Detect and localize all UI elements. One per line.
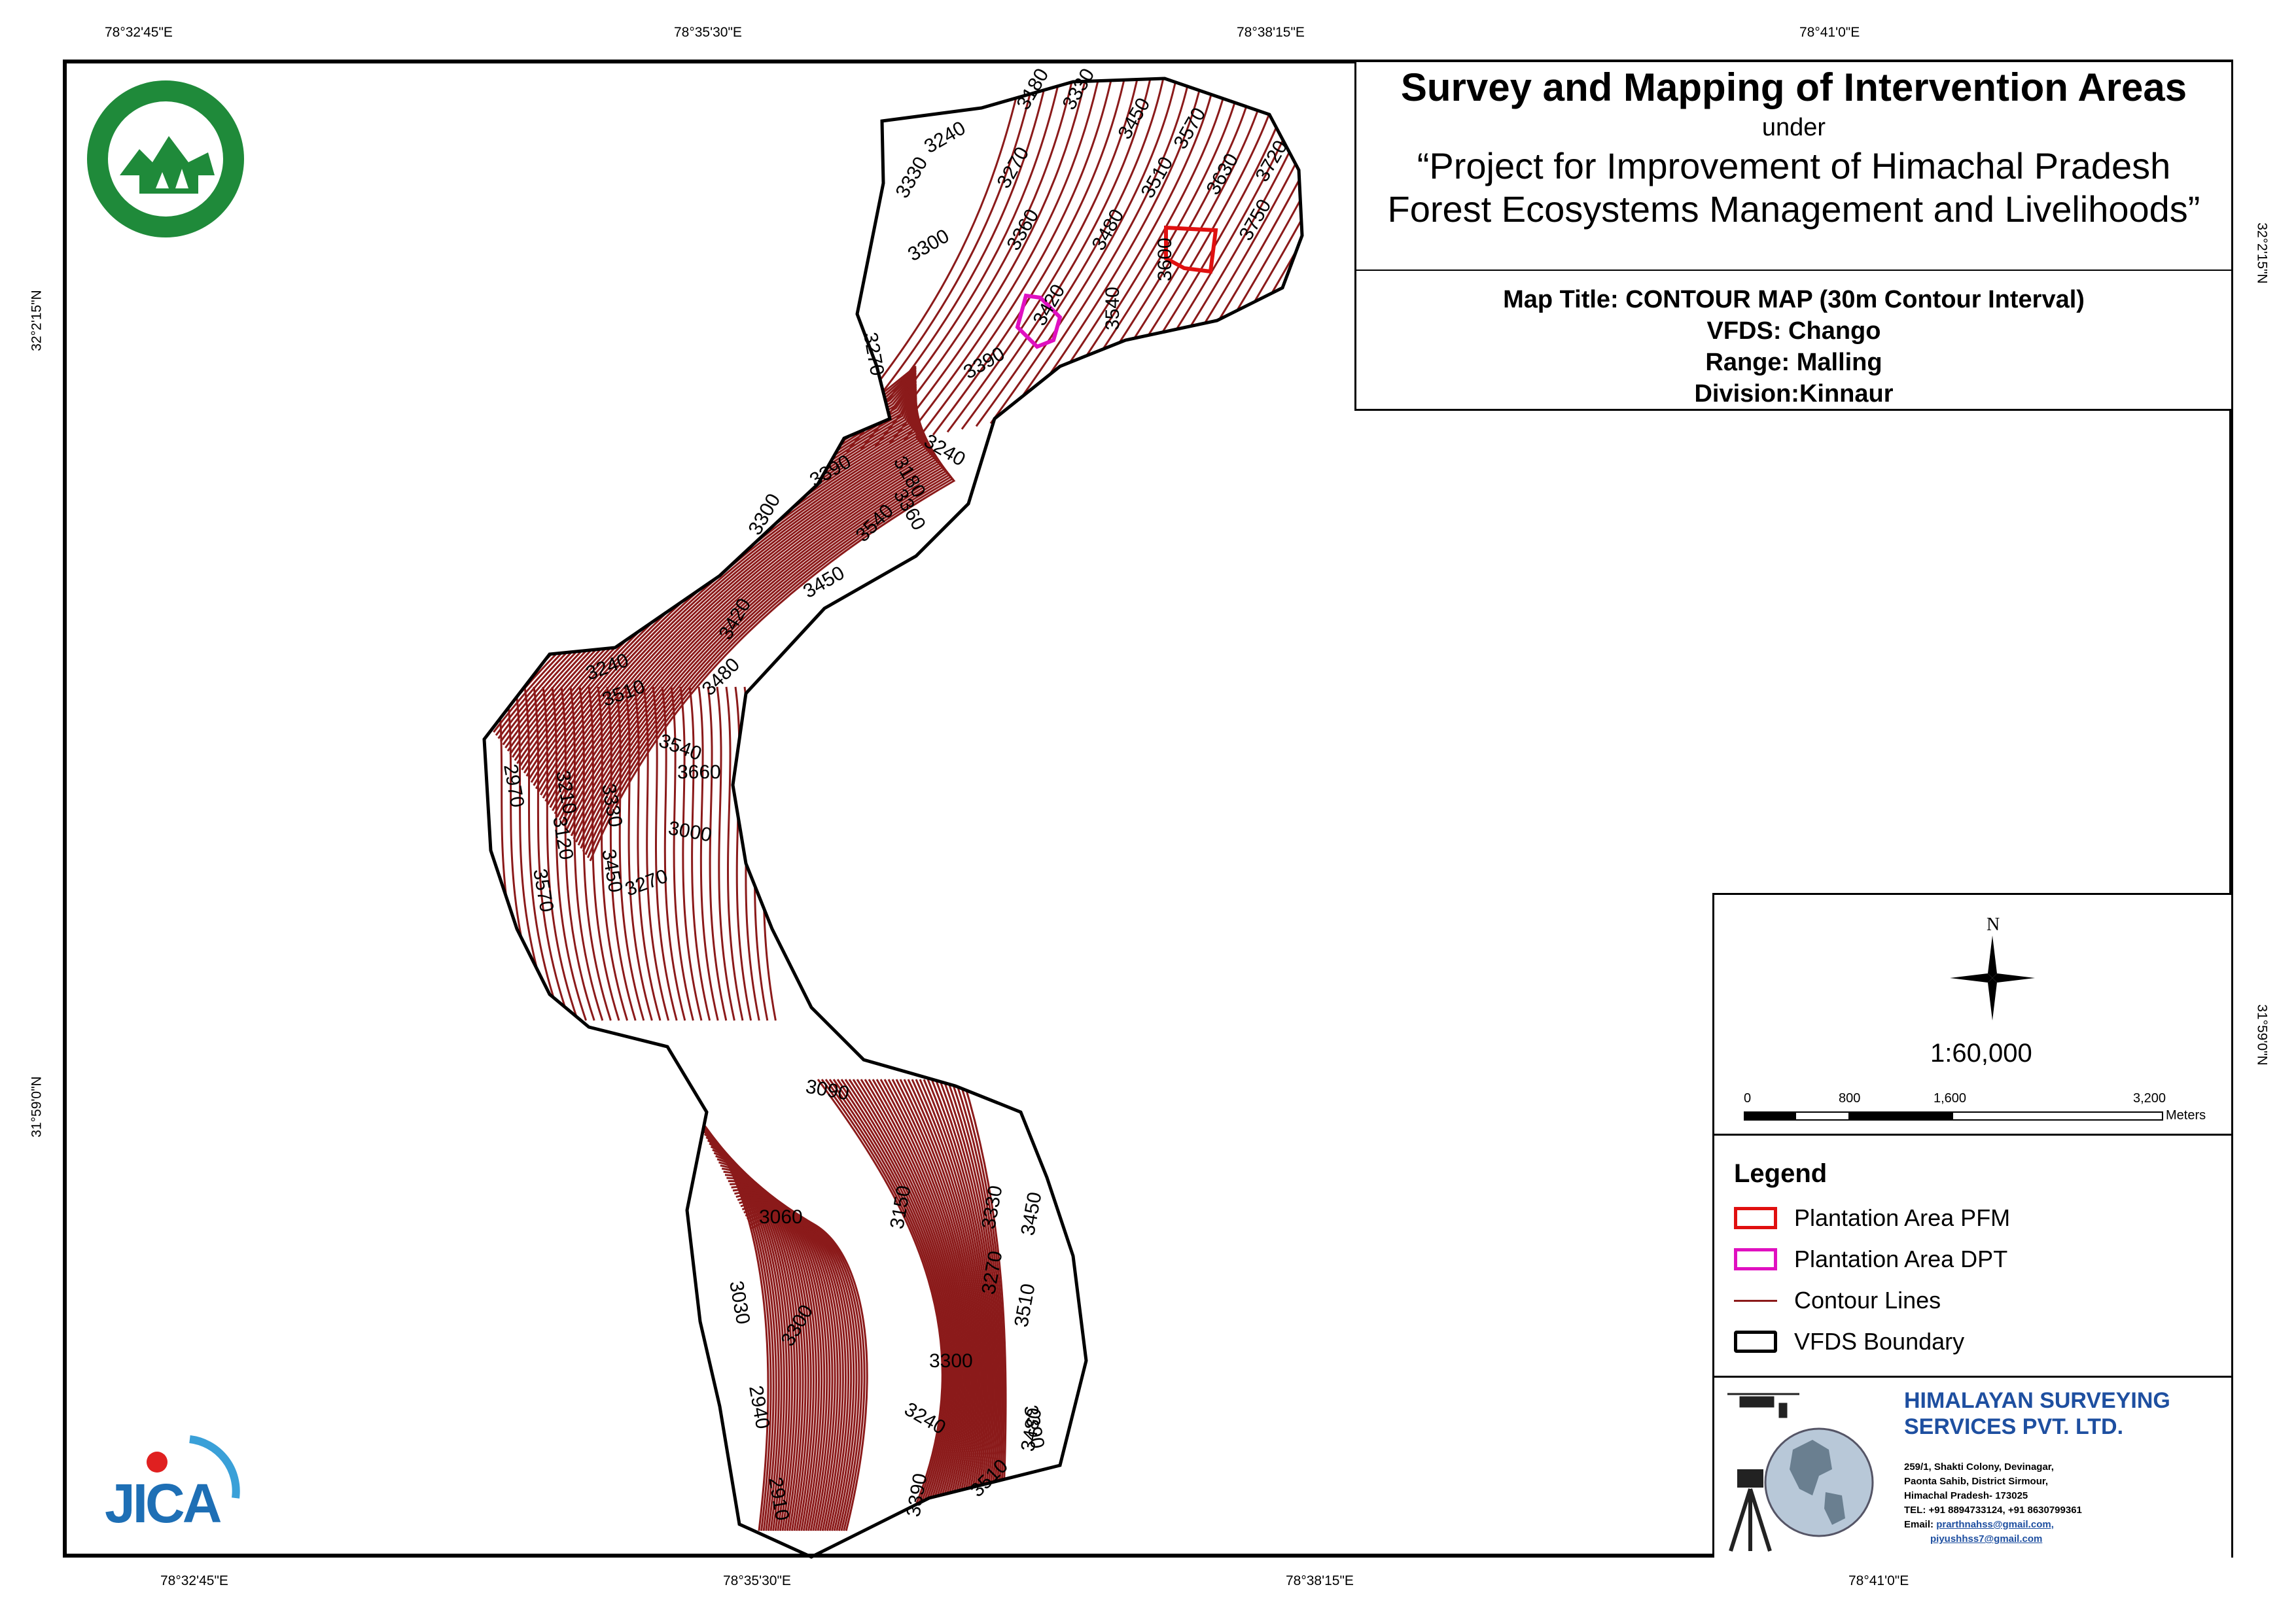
- legend-label-pfm: Plantation Area PFM: [1794, 1204, 2011, 1231]
- jica-text: JICA: [105, 1473, 222, 1534]
- contour-label: 3480: [1087, 205, 1128, 254]
- boundary-swatch-icon: [1734, 1331, 1777, 1353]
- jica-logo: JICA: [98, 1426, 249, 1544]
- contour-line: [716, 686, 735, 1021]
- contour-label: 3060: [759, 1206, 803, 1228]
- scale-unit: Meters: [2166, 1108, 2206, 1123]
- contour-line: [514, 386, 917, 761]
- contour-label: 3540: [1102, 287, 1123, 330]
- legend-label-contour: Contour Lines: [1794, 1287, 1941, 1314]
- map-info-panel: Map Title: CONTOUR MAP (30m Contour Inte…: [1354, 271, 2231, 411]
- project-title-line2: Forest Ecosystems Management and Livelih…: [1387, 188, 2200, 230]
- legend-item-boundary: VFDS Boundary: [1734, 1328, 1964, 1355]
- contour-line: [707, 686, 728, 1021]
- company-address-line2: Paonta Sahib, District Sirmour,: [1904, 1476, 2049, 1487]
- legend-item-dpt: Plantation Area DPT: [1734, 1246, 2007, 1273]
- contour-line: [743, 686, 760, 1021]
- scale-tick-3: 3,200: [2133, 1091, 2166, 1106]
- legend-item-contour: Contour Lines: [1734, 1287, 1941, 1314]
- scale-tick-2: 1,600: [1934, 1091, 1967, 1106]
- title-under: under: [1761, 114, 1826, 141]
- scale-tick-0: 0: [1744, 1091, 1752, 1106]
- contour-label: 3270: [859, 330, 888, 377]
- division-name: Division:Kinnaur: [1694, 380, 1894, 408]
- contour-label: 3330: [1058, 65, 1099, 113]
- company-email-2[interactable]: piyushhss7@gmail.com: [1930, 1533, 2042, 1544]
- dpt-swatch-icon: [1734, 1248, 1777, 1270]
- project-title: “Project for Improvement of Himachal Pra…: [1356, 145, 2231, 231]
- legend-label-boundary: VFDS Boundary: [1794, 1328, 1965, 1355]
- contour-label: 3540: [656, 730, 705, 765]
- contour-line-swatch-icon: [1734, 1289, 1777, 1312]
- contour-line: [1205, 79, 1302, 381]
- forest-dept-emblem-icon: [87, 80, 244, 237]
- contour-label: 3450: [1017, 1191, 1046, 1237]
- legend-item-pfm: Plantation Area PFM: [1734, 1204, 2010, 1232]
- forest-dept-logo: [77, 77, 254, 241]
- contour-label: 2970: [499, 762, 528, 809]
- title-panel: Survey and Mapping of Intervention Areas…: [1354, 62, 2231, 271]
- company-name-line2: SERVICES PVT. LTD.: [1904, 1414, 2124, 1439]
- legend-title: Legend: [1734, 1159, 1828, 1188]
- company-email-1[interactable]: prarthnahss@gmail.com,: [1936, 1519, 2054, 1530]
- contour-label: 3630: [1202, 150, 1243, 198]
- contour-line: [698, 686, 719, 1021]
- contour-label: 3300: [929, 1350, 973, 1372]
- contour-line: [762, 686, 777, 1021]
- contour-label: 3300: [904, 225, 953, 266]
- surveyor-globe-logo-icon: [1727, 1393, 1874, 1552]
- legend-label-dpt: Plantation Area DPT: [1794, 1246, 2008, 1272]
- scale-bar: [1744, 1111, 2163, 1121]
- project-title-line1: “Project for Improvement of Himachal Pra…: [1417, 145, 2171, 186]
- north-arrow-icon: [1950, 935, 2035, 1021]
- company-email-label: Email:: [1904, 1519, 1937, 1530]
- contour-line: [688, 686, 711, 1021]
- map-title: Map Title: CONTOUR MAP (30m Contour Inte…: [1503, 286, 2085, 313]
- contour-label: 3450: [597, 847, 626, 894]
- company-address-line1: 259/1, Shakti Colony, Devinagar,: [1904, 1461, 2054, 1473]
- contour-label: 3510: [1010, 1282, 1039, 1329]
- scale-ratio: 1:60,000: [1930, 1039, 2032, 1068]
- scale-panel: N 1:60,000 0 800 1,600 3,200 Meters: [1712, 893, 2231, 1135]
- contour-label: 3120: [548, 814, 577, 861]
- company-name-line1: HIMALAYAN SURVEYING: [1904, 1388, 2170, 1413]
- contour-label: 3090: [804, 1075, 851, 1104]
- north-label: N: [1987, 915, 2000, 935]
- scale-tick-1: 800: [1839, 1091, 1861, 1106]
- company-address: 259/1, Shakti Colony, Devinagar, Paonta …: [1904, 1460, 2082, 1546]
- contour-label: 2940: [745, 1384, 773, 1430]
- contour-label: 3600: [1154, 237, 1176, 281]
- company-address-line3: Himachal Pradesh- 173025: [1904, 1490, 2028, 1501]
- contour-label: 3660: [677, 761, 721, 783]
- contour-label: 3240: [921, 117, 969, 158]
- vfds-name: VFDS: Chango: [1706, 317, 1881, 345]
- contour-label: 3030: [725, 1279, 754, 1325]
- range-name: Range: Malling: [1705, 349, 1882, 376]
- contour-line: [752, 686, 769, 1021]
- contour-label: 3450: [1114, 94, 1154, 143]
- map-main-title: Survey and Mapping of Intervention Areas: [1400, 65, 2187, 109]
- contour-line: [817, 79, 1022, 459]
- pfm-swatch-icon: [1734, 1207, 1777, 1229]
- contour-label: 3390: [902, 1472, 931, 1518]
- company-panel: HIMALAYAN SURVEYING SERVICES PVT. LTD. 2…: [1712, 1376, 2231, 1558]
- legend-panel: Legend Plantation Area PFM Plantation Ar…: [1712, 1134, 2231, 1377]
- contour-label: 3330: [891, 153, 932, 201]
- company-tel: TEL: +91 8894733124, +91 8630799361: [1904, 1505, 2082, 1516]
